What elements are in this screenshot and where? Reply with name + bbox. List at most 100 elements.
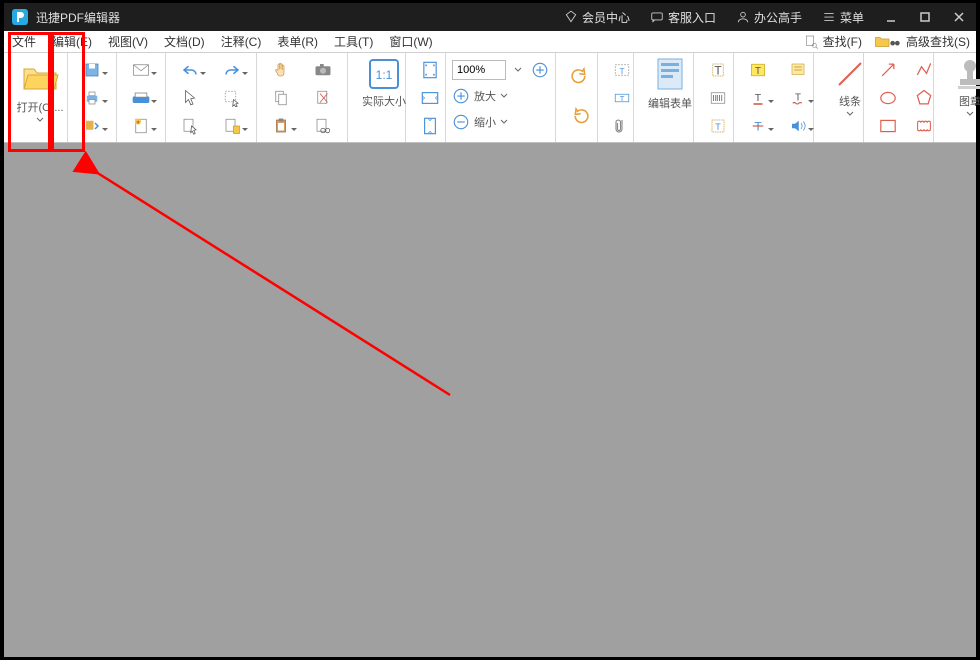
polygon-shape-button[interactable] [906, 86, 942, 110]
zoom-in-button[interactable]: 放大 [452, 83, 549, 109]
save-button[interactable] [74, 58, 110, 82]
note-button[interactable] [780, 58, 816, 82]
zoom-out-button[interactable]: 缩小 [452, 109, 549, 135]
menu-comment[interactable]: 注释(C) [213, 33, 270, 50]
fit-height-button[interactable] [412, 114, 448, 138]
oval-shape-button[interactable] [870, 86, 906, 110]
redo-button[interactable] [214, 58, 250, 82]
find-button[interactable]: 查找(F) [797, 33, 868, 50]
cloud-rect-icon [914, 118, 934, 134]
highlight-button[interactable]: T [740, 58, 776, 82]
support-link[interactable]: 客服入口 [640, 9, 726, 26]
rotate-ccw-button[interactable] [562, 59, 598, 93]
svg-text:T: T [619, 67, 624, 76]
advanced-find-button[interactable]: 高级查找(S) [868, 33, 976, 50]
chevron-down-icon [500, 93, 508, 99]
hand-button[interactable] [263, 58, 299, 82]
rotate-ccw-icon [569, 65, 591, 87]
menu-view[interactable]: 视图(V) [100, 33, 156, 50]
highlight-icon: T [748, 61, 768, 79]
text-icon: T [709, 61, 727, 79]
paste-button[interactable] [263, 114, 299, 138]
menu-window[interactable]: 窗口(W) [381, 33, 440, 50]
rect-icon [878, 118, 898, 134]
actual-size-icon: 1:1 [367, 57, 401, 91]
chat-icon [650, 10, 664, 24]
rect-shape-button[interactable] [870, 114, 906, 138]
text-squiggle-icon: T [789, 89, 807, 107]
main-menu-link[interactable]: 菜单 [812, 9, 874, 26]
arrow-shape-button[interactable] [870, 58, 906, 82]
underline-button[interactable]: T [740, 86, 776, 110]
cursor-button[interactable] [172, 86, 208, 110]
chevron-down-icon [500, 119, 508, 125]
svg-text:T: T [755, 92, 762, 104]
page-find-icon [803, 34, 819, 50]
document-area[interactable] [4, 143, 976, 657]
select-button[interactable] [214, 86, 250, 110]
chevron-down-icon [966, 111, 974, 117]
maximize-button[interactable] [908, 3, 942, 31]
copy-button[interactable] [263, 86, 299, 110]
note-icon [789, 61, 807, 79]
new-page-button[interactable]: ★ [123, 114, 159, 138]
rotate-cw-button[interactable] [562, 99, 598, 133]
plus-circle-icon [531, 61, 549, 79]
fit-page-button[interactable] [412, 58, 448, 82]
link-button[interactable] [604, 114, 640, 138]
actual-size-button[interactable]: 1:1 实际大小 [354, 57, 414, 109]
checkbox-field-button[interactable]: T [700, 114, 736, 138]
undo-button[interactable] [172, 58, 208, 82]
page-cursor-button[interactable] [172, 114, 208, 138]
text-tool-button[interactable]: T [700, 58, 736, 82]
text-color-button[interactable]: T [780, 86, 816, 110]
polyline-shape-button[interactable] [906, 58, 942, 82]
menu-edit[interactable]: 编辑(E) [44, 33, 100, 50]
scan-button[interactable] [123, 86, 159, 110]
menu-form[interactable]: 表单(R) [269, 33, 326, 50]
print-button[interactable] [74, 86, 110, 110]
oval-icon [878, 90, 898, 106]
undo-icon [181, 63, 199, 77]
menu-document[interactable]: 文档(D) [156, 33, 213, 50]
svg-text:T: T [795, 92, 801, 103]
snapshot-button[interactable] [305, 58, 341, 82]
convert-button[interactable] [74, 114, 110, 138]
audio-button[interactable] [780, 114, 816, 138]
zoom-in-circle-button[interactable] [531, 58, 549, 82]
polyline-icon [914, 60, 934, 80]
properties-button[interactable] [214, 114, 250, 138]
zoom-input[interactable] [452, 60, 506, 80]
app-logo-icon [10, 7, 30, 27]
clipboard-icon [273, 117, 289, 135]
zoom-dropdown[interactable] [510, 58, 527, 82]
typewriter-button[interactable]: T [604, 86, 640, 110]
menu-tool[interactable]: 工具(T) [326, 33, 381, 50]
barcode-button[interactable] [700, 86, 736, 110]
svg-text:T: T [714, 64, 722, 78]
checkbox-field-icon: T [709, 117, 727, 135]
titlebar: 迅捷PDF编辑器 会员中心 客服入口 办公高手 菜单 [4, 3, 976, 31]
app-title: 迅捷PDF编辑器 [36, 9, 120, 26]
menu-file[interactable]: 文件 [4, 33, 44, 50]
speaker-icon [789, 117, 807, 135]
office-expert-link[interactable]: 办公高手 [726, 9, 812, 26]
strikeout-button[interactable]: T [740, 114, 776, 138]
underline-icon: T [749, 89, 767, 107]
open-button[interactable]: 打开(O)... [10, 57, 70, 123]
edit-text-button[interactable]: T [604, 58, 640, 82]
mail-button[interactable] [123, 58, 159, 82]
fit-width-button[interactable] [412, 86, 448, 110]
find-page-button[interactable] [305, 114, 341, 138]
cloud-shape-button[interactable] [906, 114, 942, 138]
cut-button[interactable] [305, 86, 341, 110]
edit-form-button[interactable]: 编辑表单 [640, 57, 700, 111]
stamp-button[interactable]: 图章 [940, 57, 980, 117]
attachment-icon [613, 117, 631, 135]
page-cursor-icon [181, 117, 199, 135]
close-button[interactable] [942, 3, 976, 31]
hand-icon [273, 61, 289, 79]
member-center-link[interactable]: 会员中心 [554, 9, 640, 26]
minimize-button[interactable] [874, 3, 908, 31]
camera-icon [314, 63, 332, 77]
